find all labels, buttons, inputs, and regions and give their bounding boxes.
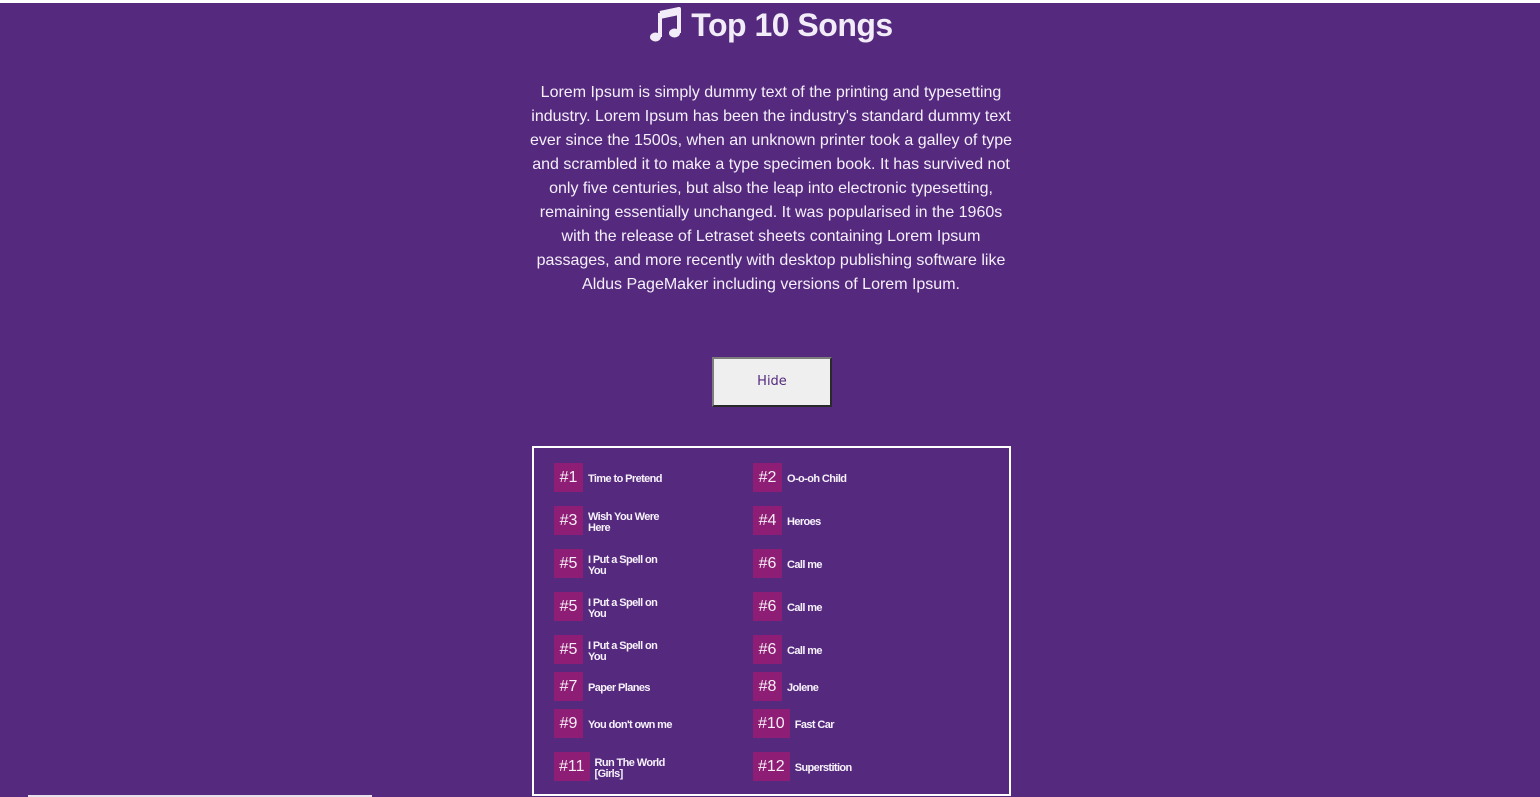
list-item: #7 Paper Planes [554, 672, 651, 701]
list-item: #3 Wish You Were Here [554, 506, 666, 535]
song-title: I Put a Spell on You [588, 553, 658, 577]
list-item: #5 I Put a Spell on You [554, 592, 666, 621]
song-title: Paper Planes [588, 682, 651, 694]
song-title: I Put a Spell on You [588, 639, 658, 663]
rank-badge: #2 [753, 463, 782, 492]
list-item: #11 Run The World [Girls] [554, 752, 675, 781]
song-title: Heroes [787, 516, 821, 528]
song-title: Run The World [Girls] [594, 756, 666, 780]
intro-paragraph: Lorem Ipsum is simply dummy text of the … [529, 84, 1013, 293]
list-item: #1 Time to Pretend [554, 463, 663, 492]
song-title: Time to Pretend [588, 473, 663, 485]
list-item: #4 Heroes [753, 506, 821, 535]
list-item: #6 Call me [753, 549, 823, 578]
hide-button[interactable]: Hide [712, 357, 832, 407]
song-title: Call me [787, 602, 823, 614]
list-item: #6 Call me [753, 635, 823, 664]
list-item: #2 O-o-oh Child [753, 463, 847, 492]
list-item: #12 Superstition [753, 752, 852, 781]
title-text: Top 10 Songs [691, 7, 893, 44]
rank-badge: #5 [554, 592, 583, 621]
rank-badge: #11 [554, 752, 590, 781]
song-title: You don't own me [588, 719, 672, 731]
song-title: Call me [787, 559, 823, 571]
list-item: #8 Jolene [753, 672, 819, 701]
list-item: #9 You don't own me [554, 709, 672, 738]
page-title: Top 10 Songs [0, 5, 1540, 44]
song-title: Fast Car [794, 719, 835, 731]
rank-badge: #12 [753, 752, 790, 781]
song-title: Call me [787, 645, 823, 657]
song-list: #1 Time to Pretend #2 O-o-oh Child #3 Wi… [532, 446, 1011, 796]
rank-badge: #6 [753, 635, 782, 664]
rank-badge: #1 [554, 463, 583, 492]
song-title: Wish You Were Here [588, 510, 660, 534]
rank-badge: #8 [753, 672, 782, 701]
song-title: O-o-oh Child [787, 473, 847, 485]
top-border [0, 0, 1540, 3]
song-title: Jolene [787, 682, 819, 694]
rank-badge: #6 [753, 592, 782, 621]
song-title: Superstition [794, 762, 853, 774]
list-item: #5 I Put a Spell on You [554, 549, 666, 578]
rank-badge: #3 [554, 506, 583, 535]
list-item: #10 Fast Car [753, 709, 835, 738]
song-title: I Put a Spell on You [588, 596, 658, 620]
rank-badge: #4 [753, 506, 782, 535]
list-item: #6 Call me [753, 592, 823, 621]
rank-badge: #10 [753, 709, 790, 738]
music-note-icon [650, 6, 682, 42]
rank-badge: #5 [554, 549, 583, 578]
rank-badge: #9 [554, 709, 583, 738]
list-item: #5 I Put a Spell on You [554, 635, 666, 664]
rank-badge: #5 [554, 635, 583, 664]
rank-badge: #6 [753, 549, 782, 578]
rank-badge: #7 [554, 672, 583, 701]
